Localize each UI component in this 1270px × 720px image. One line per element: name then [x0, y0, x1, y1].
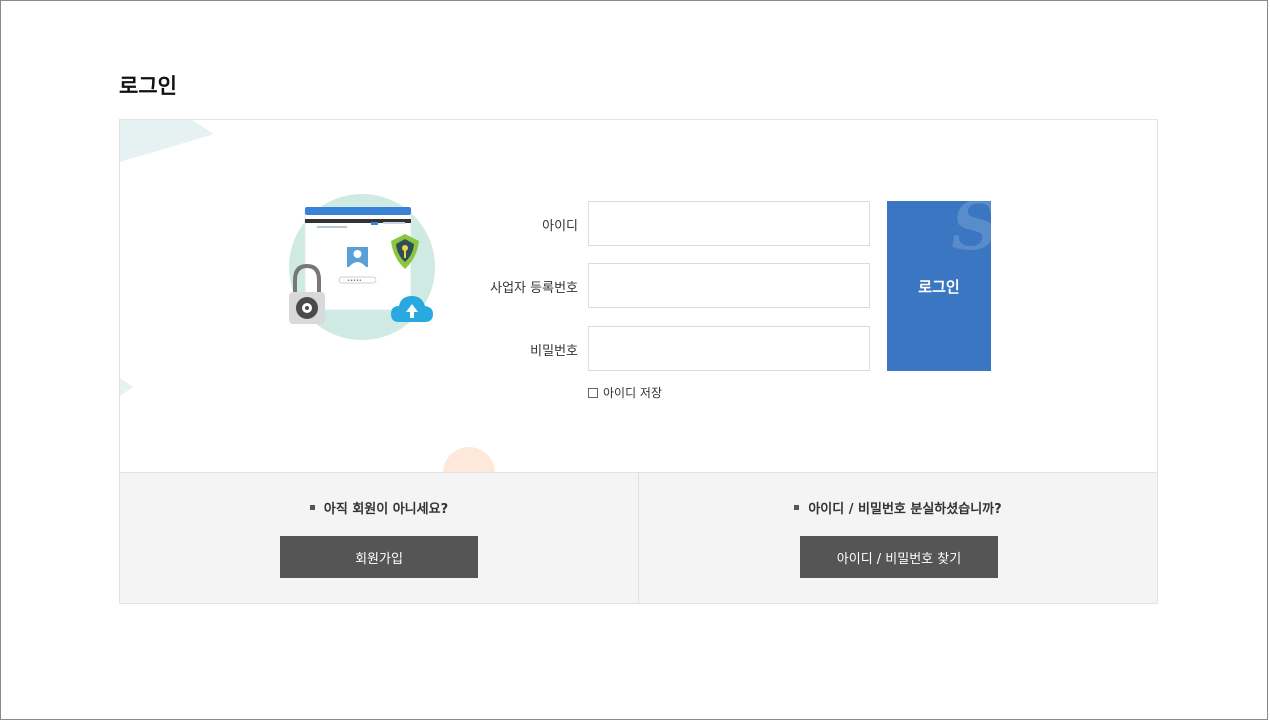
bottom-bar: 아직 회원이 아니세요? 회원가입 아이디 / 비밀번호 분실하셨습니까? 아이… — [119, 472, 1158, 604]
button-watermark: S — [951, 201, 991, 265]
password-input[interactable] — [588, 326, 870, 371]
id-row: 아이디 — [120, 201, 578, 246]
password-row: 비밀번호 — [120, 326, 578, 371]
find-account-prompt-text: 아이디 / 비밀번호 분실하셨습니까? — [808, 502, 1002, 517]
login-button-label: 로그인 — [918, 277, 960, 296]
login-panel: ••••• 아이디 사업자 등록번호 비밀번호 S 로그인 — [119, 119, 1158, 473]
password-label: 비밀번호 — [530, 344, 578, 359]
bullet-icon — [794, 505, 800, 510]
bullet-icon — [309, 505, 315, 510]
signup-button[interactable]: 회원가입 — [280, 536, 478, 578]
login-button[interactable]: S 로그인 — [887, 201, 991, 371]
id-input[interactable] — [588, 201, 870, 246]
find-account-prompt: 아이디 / 비밀번호 분실하셨습니까? — [639, 498, 1157, 517]
id-label: 아이디 — [542, 219, 578, 234]
find-account-button[interactable]: 아이디 / 비밀번호 찾기 — [800, 536, 998, 578]
decorative-triangle — [120, 120, 214, 162]
page-title: 로그인 — [119, 74, 177, 98]
signup-prompt-text: 아직 회원이 아니세요? — [323, 502, 449, 517]
business-number-label: 사업자 등록번호 — [490, 281, 578, 296]
signup-prompt: 아직 회원이 아니세요? — [120, 498, 638, 517]
business-number-input[interactable] — [588, 263, 870, 308]
remember-id-checkbox[interactable] — [588, 387, 598, 398]
decorative-half-circle — [443, 447, 495, 472]
business-number-row: 사업자 등록번호 — [120, 263, 578, 308]
remember-id-label: 아이디 저장 — [603, 386, 663, 400]
remember-id[interactable]: 아이디 저장 — [588, 384, 662, 401]
decorative-triangle-small — [120, 378, 133, 396]
find-account-section: 아이디 / 비밀번호 분실하셨습니까? 아이디 / 비밀번호 찾기 — [638, 473, 1157, 603]
signup-section: 아직 회원이 아니세요? 회원가입 — [120, 473, 638, 603]
